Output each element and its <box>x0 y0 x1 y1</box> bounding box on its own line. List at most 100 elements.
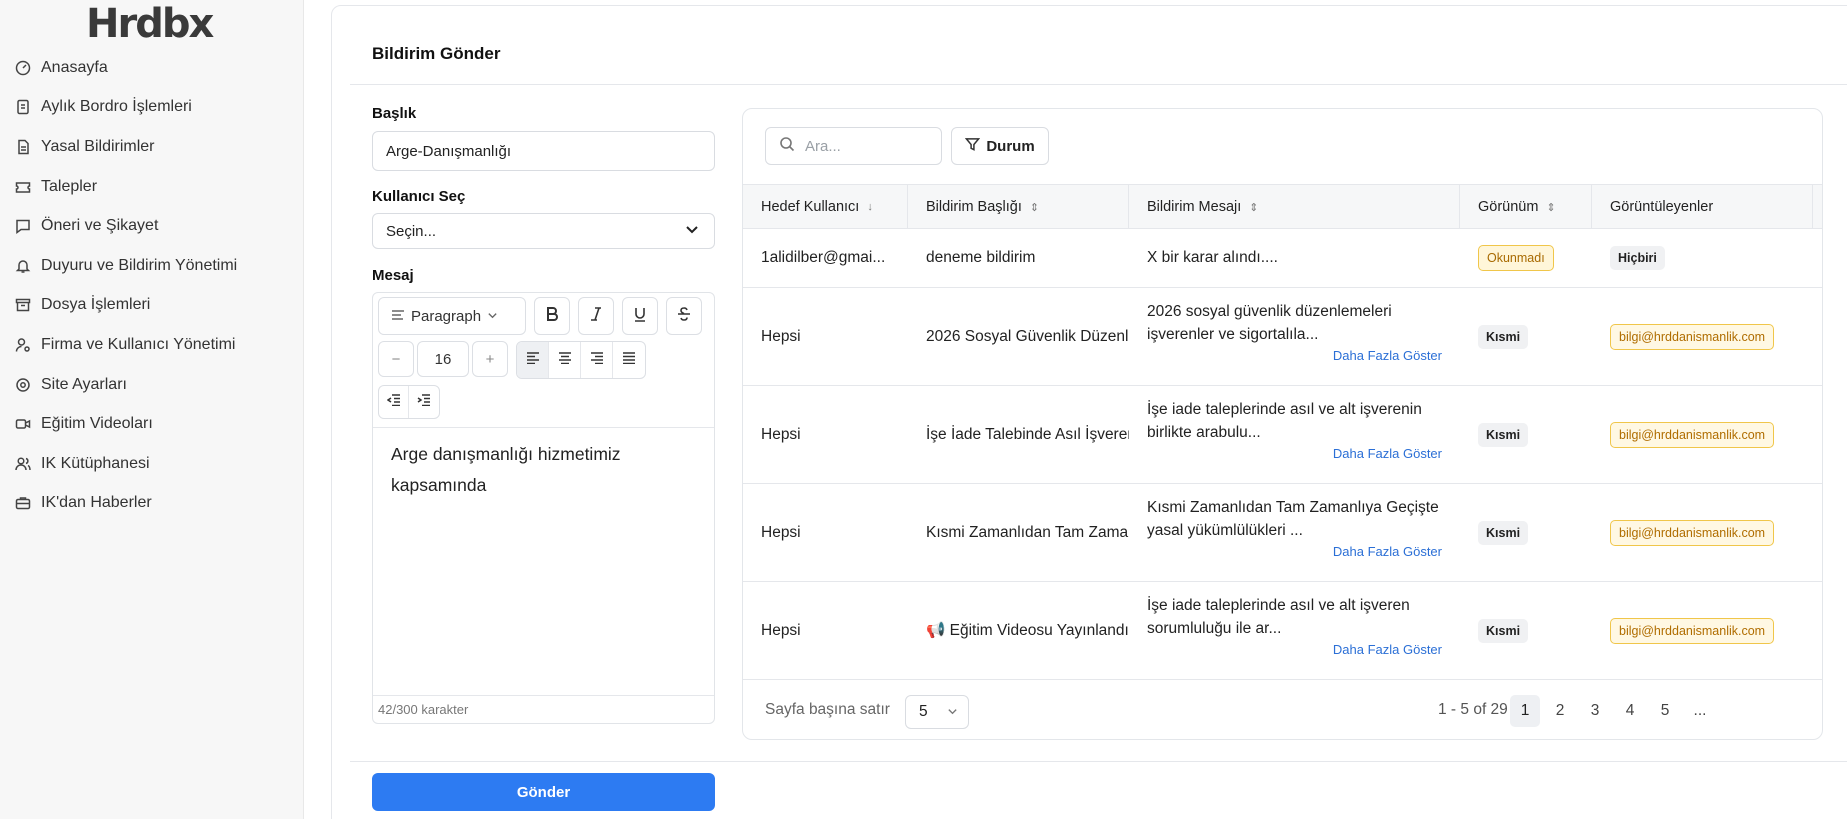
bold-button[interactable] <box>534 297 570 335</box>
sidebar-item-label: Talepler <box>41 177 98 195</box>
paragraph-icon <box>391 308 405 325</box>
notification-title-cell: deneme bildirim <box>926 249 1036 266</box>
column-header-view[interactable]: Görünüm ⇕ <box>1460 185 1592 229</box>
view-status-cell: Okunmadı <box>1460 229 1592 287</box>
sidebar-item-label: IK Kütüphanesi <box>41 454 150 472</box>
page-button[interactable]: 2 <box>1545 695 1575 727</box>
page-button[interactable]: 5 <box>1650 695 1680 727</box>
sidebar-item-feedback[interactable]: Öneri ve Şikayet <box>0 206 304 246</box>
minus-icon: − <box>391 350 401 368</box>
search-box[interactable] <box>765 127 942 165</box>
sidebar-item-label: IK'dan Haberler <box>41 494 152 512</box>
notification-title-cell: Kısmi Zamanlıdan Tam Zamanlıya <box>926 523 1129 541</box>
table-row[interactable]: Hepsi 2026 Sosyal Güvenlik Düzenlemeleri… <box>743 288 1822 386</box>
sidebar-item-company-users[interactable]: Firma ve Kullanıcı Yönetimi <box>0 325 304 365</box>
column-header-label: Bildirim Başlığı <box>926 199 1022 215</box>
italic-button[interactable] <box>578 297 614 335</box>
sidebar-item-news[interactable]: IK'dan Haberler <box>0 484 304 524</box>
show-more-link[interactable]: Daha Fazla Göster <box>1147 544 1442 559</box>
page-buttons: 1 2 3 4 5 ... <box>1505 695 1715 727</box>
sidebar-item-announcements[interactable]: Duyuru ve Bildirim Yönetimi <box>0 246 304 286</box>
sidebar-nav: Anasayfa Aylık Bordro İşlemleri Yasal Bi… <box>0 48 304 523</box>
align-center-button[interactable] <box>549 342 581 378</box>
title-input[interactable]: Arge-Danışmanlığı <box>372 131 715 171</box>
font-size-increase-button[interactable]: + <box>472 341 508 377</box>
page-ellipsis[interactable]: ... <box>1685 695 1715 727</box>
sidebar-item-legal[interactable]: Yasal Bildirimler <box>0 127 304 167</box>
alignment-group <box>516 341 646 379</box>
notification-title-cell: 📢 Eğitim Videosu Yayınlandı <box>926 622 1129 639</box>
sidebar-item-payroll[interactable]: Aylık Bordro İşlemleri <box>0 88 304 128</box>
align-justify-button[interactable] <box>613 342 645 378</box>
page-button[interactable]: 3 <box>1580 695 1610 727</box>
viewer-email-badge: bilgi@hrddanismanlik.com <box>1610 323 1775 350</box>
pagination-range: 1 - 5 of 29 <box>1438 701 1508 718</box>
sidebar-item-files[interactable]: Dosya İşlemleri <box>0 286 304 326</box>
notification-message-cell: İşe iade taleplerinde asıl ve alt işvere… <box>1129 582 1460 679</box>
indent-button[interactable] <box>409 386 439 418</box>
column-header-label: Hedef Kullanıcı <box>761 199 860 215</box>
message-content[interactable]: Arge danışmanlığı hizmetimiz kapsamında <box>391 439 691 501</box>
status-badge: Okunmadı <box>1478 245 1554 271</box>
viewers-cell: bilgi@hrddanismanlik.com <box>1592 484 1813 581</box>
table-row[interactable]: 1alidilber@gmai... deneme bildirim X bir… <box>743 229 1822 288</box>
show-more-link[interactable]: Daha Fazla Göster <box>1147 446 1442 461</box>
status-badge: Kısmi <box>1478 520 1529 545</box>
rows-per-page-select[interactable]: 5 <box>905 695 969 729</box>
table-row[interactable]: Hepsi 📢 Eğitim Videosu Yayınlandı İşe ia… <box>743 582 1822 680</box>
column-header-title[interactable]: Bildirim Başlığı ⇕ <box>908 185 1129 229</box>
archive-icon <box>15 297 31 313</box>
column-header-message[interactable]: Bildirim Mesajı ⇕ <box>1129 185 1460 229</box>
font-size-decrease-button[interactable]: − <box>378 341 414 377</box>
viewers-cell: bilgi@hrddanismanlik.com <box>1592 386 1813 483</box>
sidebar-item-anasayfa[interactable]: Anasayfa <box>0 48 304 88</box>
filter-icon <box>965 137 981 156</box>
user-settings-icon <box>15 337 31 353</box>
chevron-down-icon <box>487 308 498 325</box>
search-input[interactable] <box>805 137 925 155</box>
show-more-link[interactable]: Daha Fazla Göster <box>1147 642 1442 657</box>
send-button[interactable]: Gönder <box>372 773 715 811</box>
notification-message-cell: X bir karar alındı.... <box>1147 249 1278 266</box>
rows-per-page-label: Sayfa başına satır <box>765 701 890 718</box>
sidebar-item-videos[interactable]: Eğitim Videoları <box>0 404 304 444</box>
page-button[interactable]: 1 <box>1510 695 1540 727</box>
rich-text-editor[interactable]: Paragraph − 16 + Arge danışmanlığı hizme… <box>372 292 715 724</box>
table-row[interactable]: Hepsi Kısmi Zamanlıdan Tam Zamanlıya Kıs… <box>743 484 1822 582</box>
bell-icon <box>15 258 31 274</box>
notification-title-cell: İşe İade Talebinde Asıl İşveren <box>926 425 1129 443</box>
sidebar-item-library[interactable]: IK Kütüphanesi <box>0 444 304 484</box>
strikethrough-button[interactable] <box>666 297 702 335</box>
briefcase-icon <box>15 495 31 511</box>
status-filter-button[interactable]: Durum <box>951 127 1049 165</box>
block-type-select[interactable]: Paragraph <box>378 297 526 335</box>
logo-text: Hrdbx <box>86 1 214 47</box>
table-header: Hedef Kullanıcı ↓ Bildirim Başlığı ⇕ Bil… <box>743 184 1822 229</box>
indent-icon <box>417 393 431 411</box>
users-icon <box>15 456 31 472</box>
underline-button[interactable] <box>622 297 658 335</box>
viewers-cell: Hiçbiri <box>1592 229 1813 287</box>
user-select-label: Kullanıcı Seç <box>372 188 466 205</box>
chevron-down-icon <box>947 704 958 722</box>
message-text: 2026 sosyal güvenlik düzenlemeleri işver… <box>1147 303 1392 343</box>
show-more-link[interactable]: Daha Fazla Göster <box>1147 348 1442 363</box>
page-button[interactable]: 4 <box>1615 695 1645 727</box>
sort-icon: ⇕ <box>1029 201 1040 214</box>
view-status-cell: Kısmi <box>1460 484 1592 581</box>
sidebar-item-label: Aylık Bordro İşlemleri <box>41 98 192 116</box>
user-select-value: Seçin... <box>386 222 437 240</box>
outdent-button[interactable] <box>379 386 409 418</box>
dashboard-icon <box>15 60 31 76</box>
brand-logo[interactable]: Hrdbx <box>86 1 214 47</box>
align-left-button[interactable] <box>517 342 549 378</box>
user-select[interactable]: Seçin... <box>372 213 715 249</box>
sidebar-item-site-settings[interactable]: Site Ayarları <box>0 365 304 405</box>
outdent-icon <box>386 393 401 411</box>
font-size-input[interactable]: 16 <box>417 341 469 377</box>
column-header-target[interactable]: Hedef Kullanıcı ↓ <box>743 185 908 229</box>
align-right-button[interactable] <box>581 342 613 378</box>
notification-message-cell: 2026 sosyal güvenlik düzenlemeleri işver… <box>1129 288 1460 385</box>
table-row[interactable]: Hepsi İşe İade Talebinde Asıl İşveren İş… <box>743 386 1822 484</box>
sidebar-item-requests[interactable]: Talepler <box>0 167 304 207</box>
